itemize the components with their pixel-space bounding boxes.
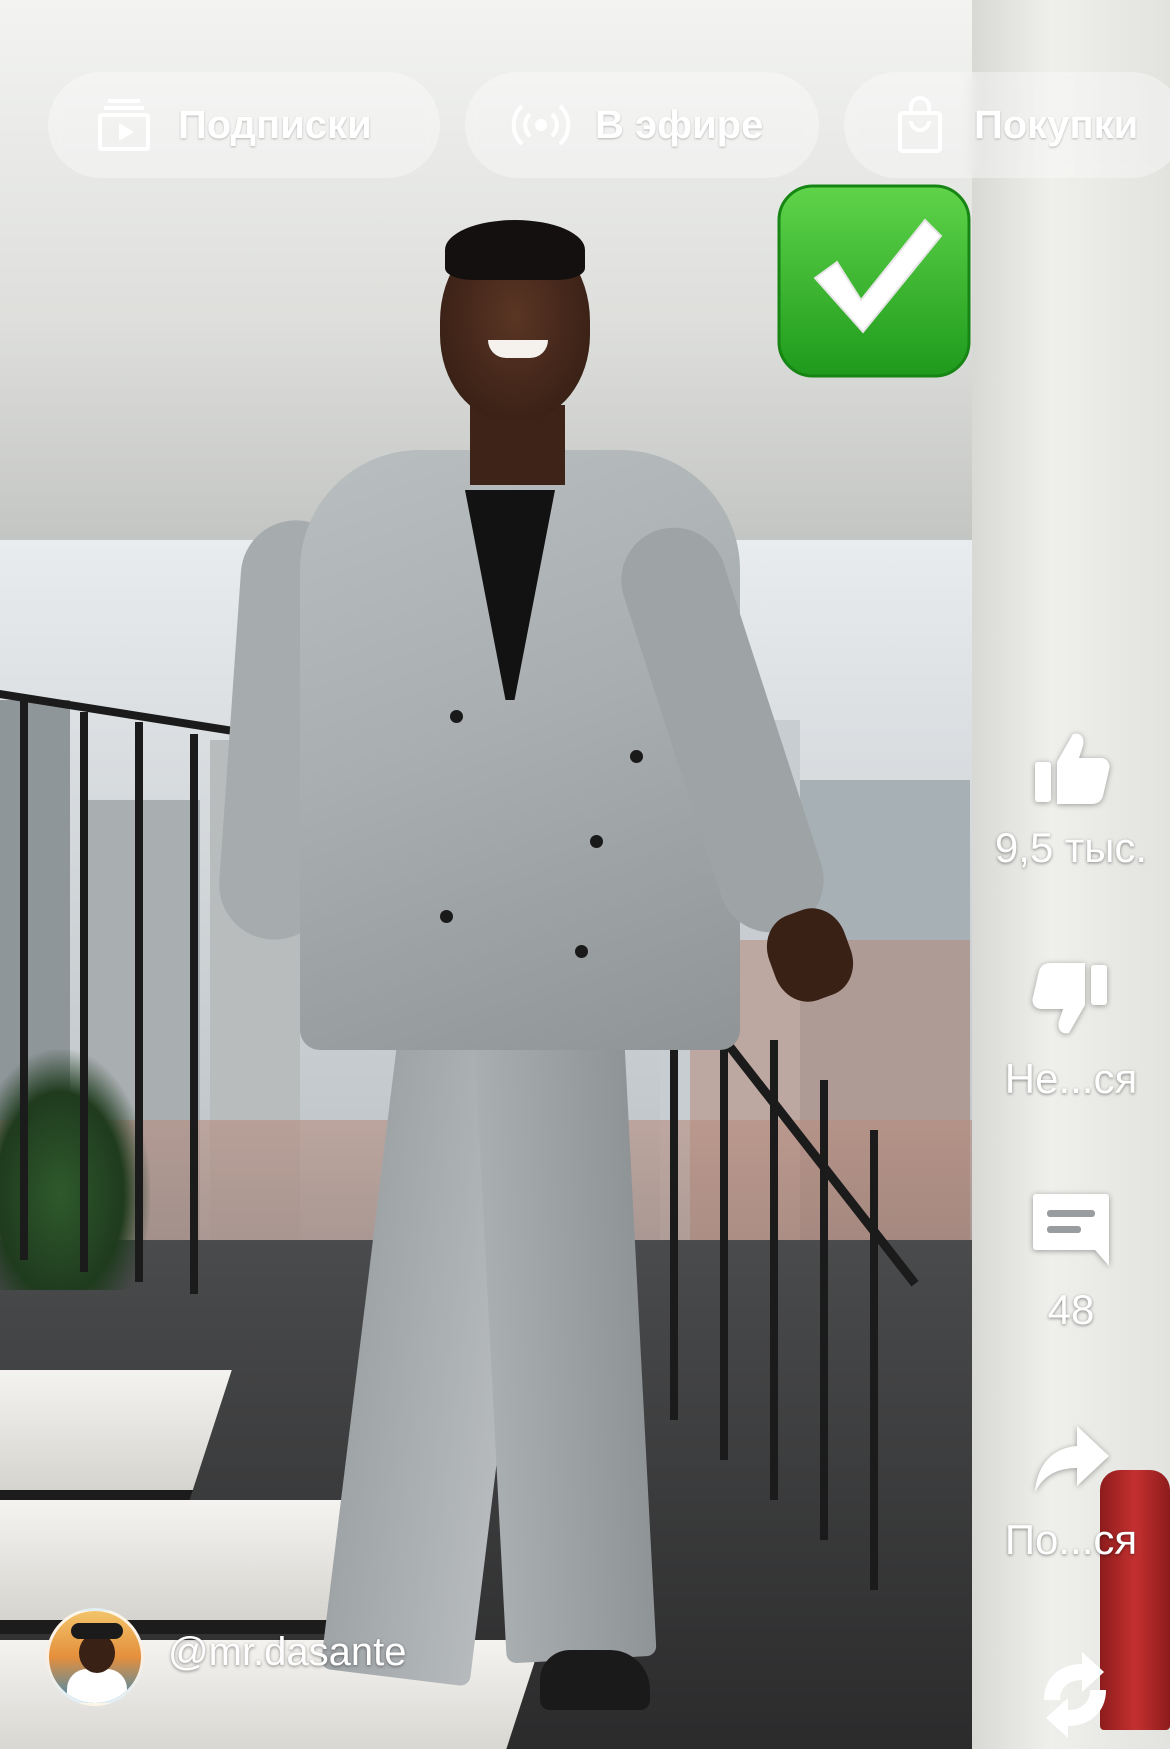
thumbs-down-icon bbox=[1032, 963, 1107, 1034]
comment-icon bbox=[1033, 1194, 1109, 1266]
share-arrow-icon bbox=[1035, 1426, 1109, 1492]
tab-shopping[interactable]: Покупки bbox=[844, 72, 1170, 178]
tab-subscriptions[interactable]: Подписки bbox=[48, 72, 440, 178]
dislike-label: Не...ся bbox=[1004, 1055, 1138, 1102]
like-button[interactable]: 9,5 тыс. bbox=[972, 726, 1170, 872]
tab-shopping-label: Покупки bbox=[974, 102, 1139, 147]
subscriptions-icon bbox=[98, 99, 150, 151]
tab-subscriptions-label: Подписки bbox=[178, 102, 372, 147]
like-count: 9,5 тыс. bbox=[994, 824, 1148, 871]
shopping-bag-icon bbox=[898, 96, 942, 153]
tab-live-label: В эфире bbox=[595, 102, 764, 147]
tab-live[interactable]: В эфире bbox=[465, 72, 819, 178]
live-broadcast-icon bbox=[511, 104, 571, 146]
comment-count: 48 bbox=[1047, 1286, 1095, 1333]
remix-icon[interactable] bbox=[1030, 1650, 1120, 1740]
channel-handle[interactable]: @mr.dasante bbox=[168, 1630, 407, 1675]
channel-avatar[interactable] bbox=[46, 1608, 144, 1706]
green-check-mark-icon bbox=[777, 184, 971, 378]
share-label: По...ся bbox=[1004, 1516, 1138, 1563]
share-button[interactable]: По...ся bbox=[972, 1418, 1170, 1564]
comments-button[interactable]: 48 bbox=[972, 1188, 1170, 1334]
person bbox=[215, 220, 863, 1749]
thumbs-up-icon bbox=[1035, 733, 1110, 804]
dislike-button[interactable]: Не...ся bbox=[972, 957, 1170, 1103]
